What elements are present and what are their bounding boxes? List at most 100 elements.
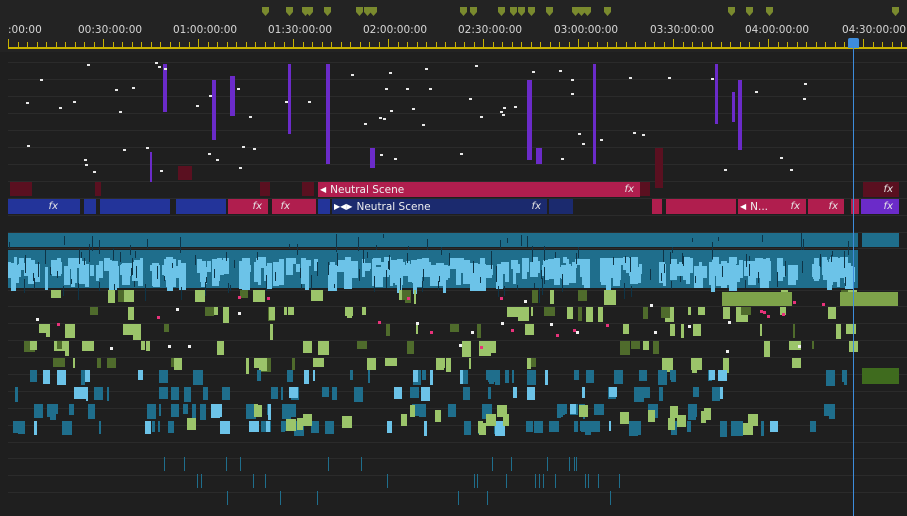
clip-divider[interactable] bbox=[99, 281, 101, 291]
video-clip[interactable] bbox=[457, 491, 459, 505]
clip-divider[interactable] bbox=[134, 281, 136, 287]
clip-divider[interactable] bbox=[820, 253, 821, 268]
clip-divider[interactable] bbox=[830, 254, 832, 262]
clip-accent[interactable] bbox=[167, 345, 171, 349]
purple-clip[interactable] bbox=[732, 92, 735, 122]
video-clip[interactable] bbox=[573, 370, 579, 381]
clip-divider[interactable] bbox=[230, 284, 232, 291]
video-clip[interactable] bbox=[720, 421, 728, 437]
video-clip[interactable] bbox=[810, 421, 817, 433]
video-clip[interactable] bbox=[410, 387, 419, 399]
purple-clip[interactable] bbox=[163, 64, 167, 112]
audio-clip[interactable] bbox=[50, 290, 62, 299]
audio-clip[interactable] bbox=[828, 307, 836, 320]
scene-clip[interactable] bbox=[100, 199, 170, 214]
audio-clip[interactable] bbox=[578, 290, 588, 302]
video-clip-segment[interactable] bbox=[682, 257, 690, 280]
clip-divider[interactable] bbox=[388, 260, 390, 270]
audio-clip[interactable] bbox=[450, 324, 459, 333]
clip-accent[interactable] bbox=[725, 350, 729, 354]
keyframe-mark[interactable] bbox=[474, 64, 478, 67]
audio-clip[interactable] bbox=[174, 358, 182, 370]
video-clip-segment[interactable] bbox=[584, 266, 590, 289]
audio-clip[interactable] bbox=[313, 358, 324, 367]
clip-divider[interactable] bbox=[328, 262, 330, 275]
video-clip-segment[interactable] bbox=[599, 258, 605, 283]
audio-clip[interactable] bbox=[544, 307, 556, 316]
clip-divider[interactable] bbox=[542, 278, 544, 295]
clip-accent[interactable] bbox=[109, 346, 113, 350]
video-clip[interactable] bbox=[421, 370, 427, 381]
clip-divider[interactable] bbox=[44, 249, 46, 265]
purple-clip[interactable] bbox=[212, 80, 216, 140]
keyframe-mark[interactable] bbox=[632, 132, 636, 135]
audio-clip[interactable] bbox=[566, 307, 573, 319]
clip-divider[interactable] bbox=[516, 284, 518, 291]
clip-divider[interactable] bbox=[718, 237, 720, 242]
clip-divider[interactable] bbox=[257, 251, 259, 260]
video-clip[interactable] bbox=[555, 474, 557, 488]
clip-divider[interactable] bbox=[503, 285, 505, 297]
video-clip[interactable] bbox=[393, 387, 403, 399]
audio-clip[interactable] bbox=[146, 341, 150, 351]
audio-clip[interactable] bbox=[128, 307, 135, 320]
video-clip[interactable] bbox=[542, 474, 544, 488]
keyframe-mark[interactable] bbox=[350, 73, 354, 76]
clip-divider[interactable] bbox=[802, 238, 804, 251]
video-clip[interactable] bbox=[730, 421, 741, 436]
audio-clip[interactable] bbox=[65, 341, 70, 356]
clip-divider[interactable] bbox=[784, 260, 786, 276]
keyframe-mark[interactable] bbox=[405, 87, 409, 90]
scene-clip[interactable] bbox=[260, 182, 270, 196]
clip-divider[interactable] bbox=[757, 272, 759, 283]
fx-icon[interactable]: fx bbox=[625, 184, 634, 195]
video-clip[interactable] bbox=[184, 457, 186, 471]
scene-clip[interactable] bbox=[178, 166, 192, 180]
video-clip[interactable] bbox=[527, 370, 536, 386]
keyframe-mark[interactable] bbox=[803, 82, 807, 85]
video-clip[interactable] bbox=[473, 474, 475, 488]
keyframe-mark[interactable] bbox=[578, 133, 582, 136]
audio-clip[interactable] bbox=[223, 307, 229, 323]
video-clip[interactable] bbox=[597, 474, 599, 488]
audio-clip[interactable] bbox=[620, 341, 630, 355]
video-clip[interactable] bbox=[708, 370, 716, 381]
clip-divider[interactable] bbox=[438, 276, 440, 282]
clip-divider[interactable] bbox=[408, 245, 410, 250]
video-clip-segment[interactable] bbox=[206, 260, 212, 273]
keyframe-mark[interactable] bbox=[215, 159, 219, 162]
keyframe-mark[interactable] bbox=[159, 170, 163, 173]
keyframe-mark[interactable] bbox=[723, 168, 727, 171]
video-clip-segment[interactable] bbox=[703, 266, 708, 278]
audio-clip[interactable] bbox=[254, 404, 263, 417]
scene-clip[interactable]: fx bbox=[778, 199, 806, 214]
clip-accent[interactable] bbox=[688, 325, 692, 329]
video-clip[interactable] bbox=[219, 421, 230, 435]
keyframe-mark[interactable] bbox=[145, 147, 149, 149]
clip-divider[interactable] bbox=[225, 251, 227, 262]
audio-clip[interactable] bbox=[691, 358, 703, 371]
video-clip[interactable] bbox=[312, 370, 315, 382]
audio-clip[interactable] bbox=[96, 358, 101, 368]
video-clip-segment[interactable] bbox=[178, 262, 187, 290]
keyframe-mark[interactable] bbox=[754, 91, 758, 94]
video-clip[interactable] bbox=[588, 474, 590, 488]
clip-divider[interactable] bbox=[373, 276, 375, 293]
video-clip-segment[interactable] bbox=[522, 258, 528, 279]
video-clip[interactable] bbox=[327, 457, 329, 471]
video-clip[interactable] bbox=[504, 370, 510, 383]
keyframe-mark[interactable] bbox=[668, 77, 672, 80]
video-clip[interactable] bbox=[170, 387, 179, 401]
audio-clip[interactable] bbox=[214, 307, 218, 316]
clip-divider[interactable] bbox=[844, 277, 846, 287]
clip-accent[interactable] bbox=[237, 296, 241, 300]
clip-divider[interactable] bbox=[671, 280, 673, 289]
video-clip[interactable] bbox=[107, 387, 110, 402]
video-clip[interactable] bbox=[460, 370, 464, 384]
clip-accent[interactable] bbox=[238, 312, 242, 316]
audio-clip[interactable] bbox=[409, 405, 416, 418]
keyframe-mark[interactable] bbox=[582, 143, 586, 146]
marker-icon[interactable] bbox=[306, 7, 313, 16]
audio-clip[interactable] bbox=[669, 324, 676, 337]
clip-accent[interactable] bbox=[35, 317, 39, 321]
